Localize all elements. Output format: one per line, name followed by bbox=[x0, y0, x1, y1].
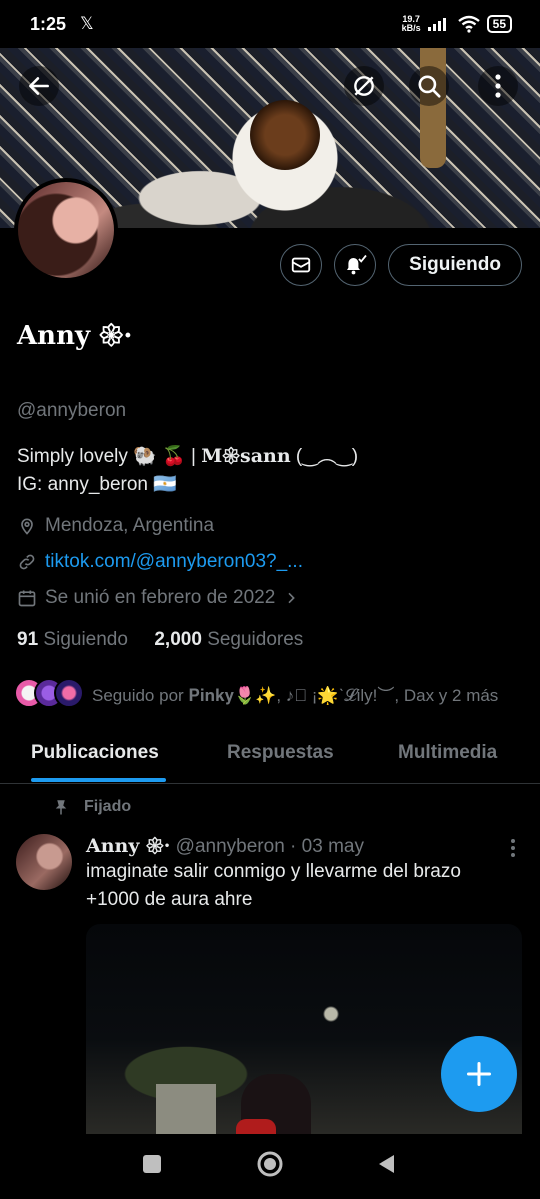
followed-by-text: Seguido por 𝐏𝐢𝐧𝐤𝐲🌷✨, ♪⃝ ¡🌟ˋ𝓛ily!︶, Dax y… bbox=[92, 685, 499, 705]
status-time: 1:25 bbox=[30, 13, 67, 34]
follow-counts: 91 Siguiendo 2,000 Seguidores bbox=[17, 629, 303, 651]
joined-text: Se unió en febrero de 2022 bbox=[45, 587, 276, 608]
profile-tabs: Publicaciones Respuestas Multimedia bbox=[0, 724, 540, 784]
following-button[interactable]: Siguiendo bbox=[388, 244, 522, 286]
chevron-right-icon bbox=[288, 592, 296, 604]
pin-icon bbox=[55, 800, 67, 815]
post-date: · 03 may bbox=[290, 836, 364, 857]
recents-button[interactable] bbox=[142, 1154, 162, 1174]
tab-respuestas[interactable]: Respuestas bbox=[227, 742, 334, 764]
notifications-button[interactable] bbox=[334, 244, 377, 286]
search-icon bbox=[418, 75, 441, 98]
post-author-handle[interactable]: @annyberon bbox=[176, 836, 285, 857]
bio-line1-start: Simply lovely 🐏 🍒 | bbox=[17, 446, 202, 467]
profile-joined[interactable]: Se unió en febrero de 2022 bbox=[17, 587, 299, 609]
bio-line2: IG: anny_beron 🇦🇷 bbox=[17, 474, 177, 495]
calendar-icon bbox=[18, 590, 36, 607]
tab-publicaciones[interactable]: Publicaciones bbox=[31, 742, 159, 764]
profile-location: Mendoza, Argentina bbox=[17, 515, 214, 537]
network-speed: 19.7 kB/s bbox=[401, 14, 421, 33]
profile-actions: Siguiendo bbox=[280, 244, 522, 286]
followers-count-link[interactable]: 2,000 Seguidores bbox=[154, 629, 303, 650]
profile-name: Anny 𑁍· bbox=[17, 321, 133, 351]
signal-icon bbox=[427, 18, 446, 31]
location-text: Mendoza, Argentina bbox=[45, 515, 215, 536]
followed-by[interactable]: Seguido por 𝐏𝐢𝐧𝐤𝐲🌷✨, ♪⃝ ¡🌟ˋ𝓛ily!︶, Dax y… bbox=[14, 678, 498, 708]
post-author-avatar[interactable] bbox=[16, 834, 72, 890]
location-pin-icon bbox=[21, 518, 33, 535]
back-arrow-icon bbox=[29, 77, 49, 95]
media-red-shirt bbox=[236, 1119, 276, 1134]
exclude-icon bbox=[354, 76, 374, 96]
post-more-icon[interactable] bbox=[510, 838, 516, 858]
more-button[interactable] bbox=[478, 66, 518, 106]
back-button[interactable] bbox=[19, 66, 59, 106]
exclude-button[interactable] bbox=[344, 66, 384, 106]
media-wall bbox=[156, 1084, 216, 1134]
profile-bio: Simply lovely 🐏 🍒 | M𑁍sann (‿︵‿) IG: ann… bbox=[17, 442, 358, 499]
pinned-indicator: Fijado bbox=[52, 797, 131, 817]
wifi-icon bbox=[457, 15, 480, 33]
banner-coffee-cup bbox=[250, 100, 320, 170]
post-text: imaginate salir conmigo y llevarme del b… bbox=[86, 861, 461, 910]
envelope-icon bbox=[292, 257, 311, 273]
home-button[interactable] bbox=[256, 1150, 284, 1178]
post-header: Anny 𑁍· @annyberon · 03 may bbox=[86, 832, 364, 858]
website-link[interactable]: tiktok.com/@annyberon03?_... bbox=[45, 551, 303, 573]
bell-check-icon bbox=[347, 254, 367, 275]
compose-button[interactable] bbox=[441, 1036, 517, 1112]
bio-line1-name: M𑁍sann bbox=[201, 445, 291, 467]
follower-avatar bbox=[54, 678, 84, 708]
search-button[interactable] bbox=[409, 66, 449, 106]
link-icon bbox=[19, 554, 35, 570]
active-tab-indicator bbox=[31, 778, 166, 782]
status-bar: 1:25 𝕏 19.7 kB/s 55 bbox=[0, 0, 540, 48]
following-count-link[interactable]: 91 Siguiendo bbox=[17, 629, 128, 650]
battery-indicator: 55 bbox=[486, 15, 512, 33]
x-notification-icon: 𝕏 bbox=[80, 14, 94, 33]
bio-line1-end: (‿︵‿) bbox=[290, 446, 359, 467]
tab-multimedia[interactable]: Multimedia bbox=[398, 742, 497, 764]
profile-handle: @annyberon bbox=[17, 400, 127, 421]
pinned-label: Fijado bbox=[84, 798, 132, 815]
profile-avatar[interactable] bbox=[14, 178, 118, 282]
message-button[interactable] bbox=[280, 244, 323, 286]
back-nav-button[interactable] bbox=[376, 1153, 396, 1175]
system-nav-bar bbox=[0, 1134, 540, 1199]
post-author-name[interactable]: Anny 𑁍· bbox=[86, 835, 170, 857]
profile-website[interactable]: tiktok.com/@annyberon03?_... bbox=[17, 551, 303, 573]
plus-icon bbox=[466, 1061, 492, 1087]
more-vertical-icon bbox=[495, 74, 501, 98]
